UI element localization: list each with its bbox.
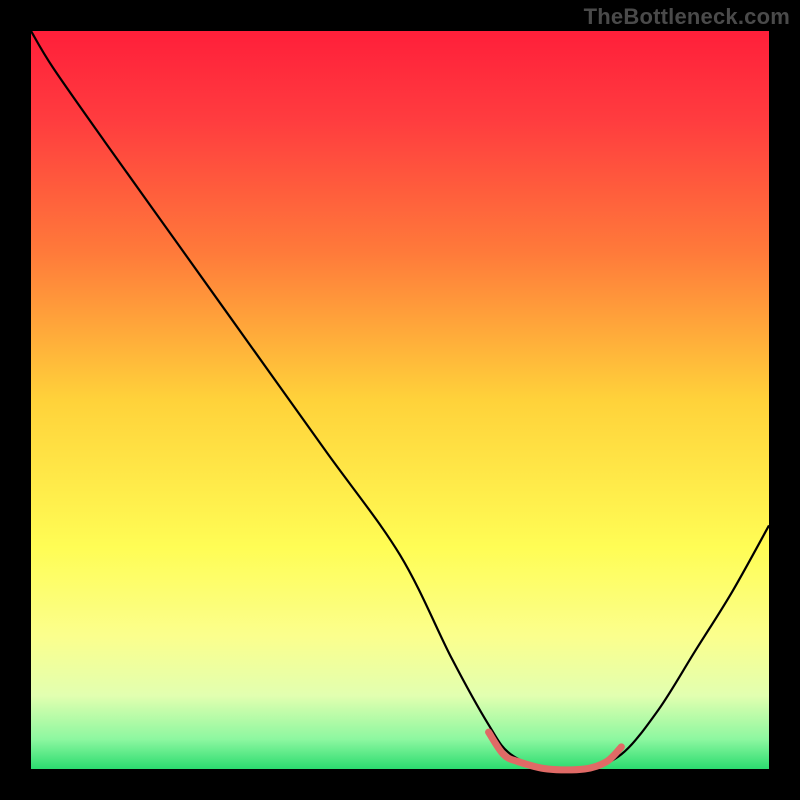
bottleneck-chart [0, 0, 800, 800]
watermark-text: TheBottleneck.com [584, 4, 790, 30]
plot-background-gradient [31, 31, 769, 769]
chart-container: TheBottleneck.com [0, 0, 800, 800]
